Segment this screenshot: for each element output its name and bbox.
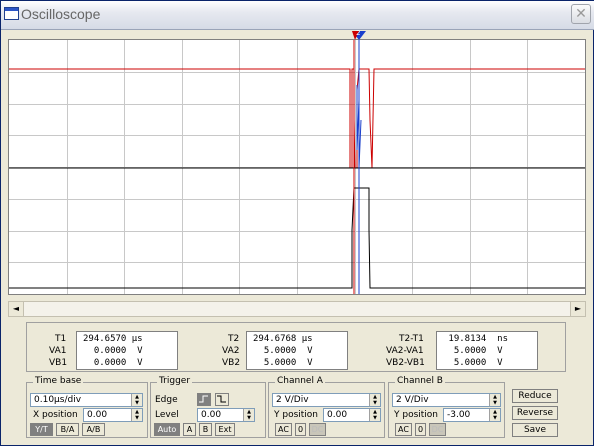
readout-t2-value: 294.6768 µs xyxy=(253,334,313,344)
scope-display: 2 xyxy=(8,29,586,295)
channel-b-ypos-field[interactable]: -3.00 ▲ ▼ xyxy=(443,408,501,422)
readout-vb2-value: 5.0000 V xyxy=(253,358,313,368)
readout-vb2-vb1-value: 5.0000 V xyxy=(443,358,503,368)
mode-ba-button[interactable]: B/A xyxy=(56,423,79,436)
cursor-2-marker[interactable]: 2 xyxy=(352,29,366,40)
channel-b-zero-button[interactable]: 0 xyxy=(415,423,426,436)
channel-a-zero-button[interactable]: 0 xyxy=(295,423,306,436)
readout-vb1-value: 0.0000 V xyxy=(83,358,143,368)
cursor-2-marker-label: 2 xyxy=(356,29,361,37)
timebase-title: Time base xyxy=(33,376,84,386)
level-spinner[interactable]: ▲ ▼ xyxy=(243,409,254,421)
title-bar[interactable]: Oscilloscope ✕ xyxy=(1,1,594,30)
trigger-ext-button[interactable]: Ext xyxy=(215,423,235,436)
xposition-value: 0.00 xyxy=(87,410,108,420)
close-button[interactable]: ✕ xyxy=(571,4,591,24)
channel-a-ypos-field[interactable]: 0.00 ▲ ▼ xyxy=(323,408,381,422)
rising-edge-icon xyxy=(199,395,208,403)
grid xyxy=(9,40,585,294)
waveform-plot xyxy=(9,30,585,294)
falling-edge-icon xyxy=(217,395,226,403)
trigger-b-button[interactable]: B xyxy=(199,423,212,436)
channel-a-ypos-spinner[interactable]: ▲ ▼ xyxy=(369,409,380,421)
readout-t2-t1-value: 19.8134 ns xyxy=(443,334,509,344)
readout-box-2: 294.6768 µs 5.0000 V 5.0000 V xyxy=(246,331,348,370)
readout-label-vb1: VB1 xyxy=(49,358,68,368)
readout-box-3: 19.8134 ns 5.0000 V 5.0000 V xyxy=(436,331,538,370)
mode-yt-button[interactable]: Y/T xyxy=(30,423,53,436)
readout-label-vb2: VB2 xyxy=(222,358,241,368)
falling-edge-button[interactable] xyxy=(215,393,229,406)
channel-b-ypos-label: Y position xyxy=(394,410,439,420)
readout-va2-va1-value: 5.0000 V xyxy=(443,346,503,356)
readout-label-t2: T2 xyxy=(228,334,240,344)
channel-b-group: Channel B 2 V/Div ▲ ▼ Y position -3.00 ▲ ▼… xyxy=(388,376,505,438)
readout-va2-value: 5.0000 V xyxy=(253,346,313,356)
channel-b-scale-field[interactable]: 2 V/Div ▲ ▼ xyxy=(392,393,501,407)
readout-label-va2-va1: VA2-VA1 xyxy=(386,346,424,356)
scroll-right-button[interactable]: ► xyxy=(570,302,585,316)
readout-label-t1: T1 xyxy=(55,334,67,344)
channel-a-scale-value: 2 V/Div xyxy=(276,395,309,405)
edge-label: Edge xyxy=(155,395,178,405)
channel-a-ac-button[interactable]: AC xyxy=(275,423,292,436)
readout-t1-value: 294.6570 µs xyxy=(83,334,143,344)
channel-a-ypos-label: Y position xyxy=(274,410,319,420)
horizontal-scrollbar[interactable]: ◄ ► xyxy=(8,301,586,317)
timebase-scale-field[interactable]: 0.10µs/div ▲ ▼ xyxy=(30,393,143,407)
oscilloscope-window: Oscilloscope ✕ 2 ◄ ► T1 VA1 VB1 294.6570… xyxy=(0,0,594,446)
level-label: Level xyxy=(155,410,179,420)
trigger-a-button[interactable]: A xyxy=(183,423,196,436)
scroll-left-button[interactable]: ◄ xyxy=(9,302,24,316)
readout-label-vb2-vb1: VB2-VB1 xyxy=(386,358,425,368)
rising-edge-button[interactable] xyxy=(197,393,211,406)
window-title: Oscilloscope xyxy=(21,6,101,22)
xposition-spinner[interactable]: ▲ ▼ xyxy=(131,409,142,421)
xposition-label: X position xyxy=(33,410,78,420)
channel-a-dc-button[interactable]: DC xyxy=(309,423,326,436)
xposition-field[interactable]: 0.00 ▲ ▼ xyxy=(83,408,143,422)
trigger-auto-button[interactable]: Auto xyxy=(154,423,180,436)
readout-label-va2: VA2 xyxy=(222,346,240,356)
level-field[interactable]: 0.00 ▲ ▼ xyxy=(197,408,255,422)
channel-a-title: Channel A xyxy=(275,376,325,386)
reverse-button[interactable]: Reverse xyxy=(512,406,558,420)
channel-a-scale-spinner[interactable]: ▲ ▼ xyxy=(369,394,380,406)
trigger-group: Trigger Edge Level 0.00 ▲ ▼ Auto A B Ext xyxy=(150,376,266,438)
channel-b-ypos-spinner[interactable]: ▲ ▼ xyxy=(489,409,500,421)
timebase-scale-value: 0.10µs/div xyxy=(34,395,82,405)
timebase-group: Time base 0.10µs/div ▲ ▼ X position 0.00 … xyxy=(26,376,148,438)
mode-ab-button[interactable]: A/B xyxy=(82,423,105,436)
channel-b-scale-spinner[interactable]: ▲ ▼ xyxy=(489,394,500,406)
channel-a-scale-field[interactable]: 2 V/Div ▲ ▼ xyxy=(272,393,381,407)
save-button[interactable]: Save xyxy=(512,423,558,437)
channel-a-ypos-value: 0.00 xyxy=(327,410,348,420)
channel-b-ac-button[interactable]: AC xyxy=(395,423,412,436)
trigger-title: Trigger xyxy=(157,376,193,386)
readout-label-va1: VA1 xyxy=(49,346,67,356)
readout-va1-value: 0.0000 V xyxy=(83,346,143,356)
cursor-readout-panel: T1 VA1 VB1 294.6570 µs 0.0000 V 0.0000 V… xyxy=(26,322,566,372)
readout-box-1: 294.6570 µs 0.0000 V 0.0000 V xyxy=(76,331,178,370)
readout-label-t2-t1: T2-T1 xyxy=(399,334,424,344)
channel-b-scale-value: 2 V/Div xyxy=(396,395,429,405)
channel-b-dc-button[interactable]: DC xyxy=(429,423,446,436)
level-value: 0.00 xyxy=(201,410,222,420)
window-icon xyxy=(4,7,19,20)
timebase-scale-spinner[interactable]: ▲ ▼ xyxy=(131,394,142,406)
channel-b-title: Channel B xyxy=(395,376,445,386)
channel-b-ypos-value: -3.00 xyxy=(447,410,471,420)
channel-a-group: Channel A 2 V/Div ▲ ▼ Y position 0.00 ▲ ▼ … xyxy=(268,376,385,438)
reduce-button[interactable]: Reduce xyxy=(512,389,558,403)
